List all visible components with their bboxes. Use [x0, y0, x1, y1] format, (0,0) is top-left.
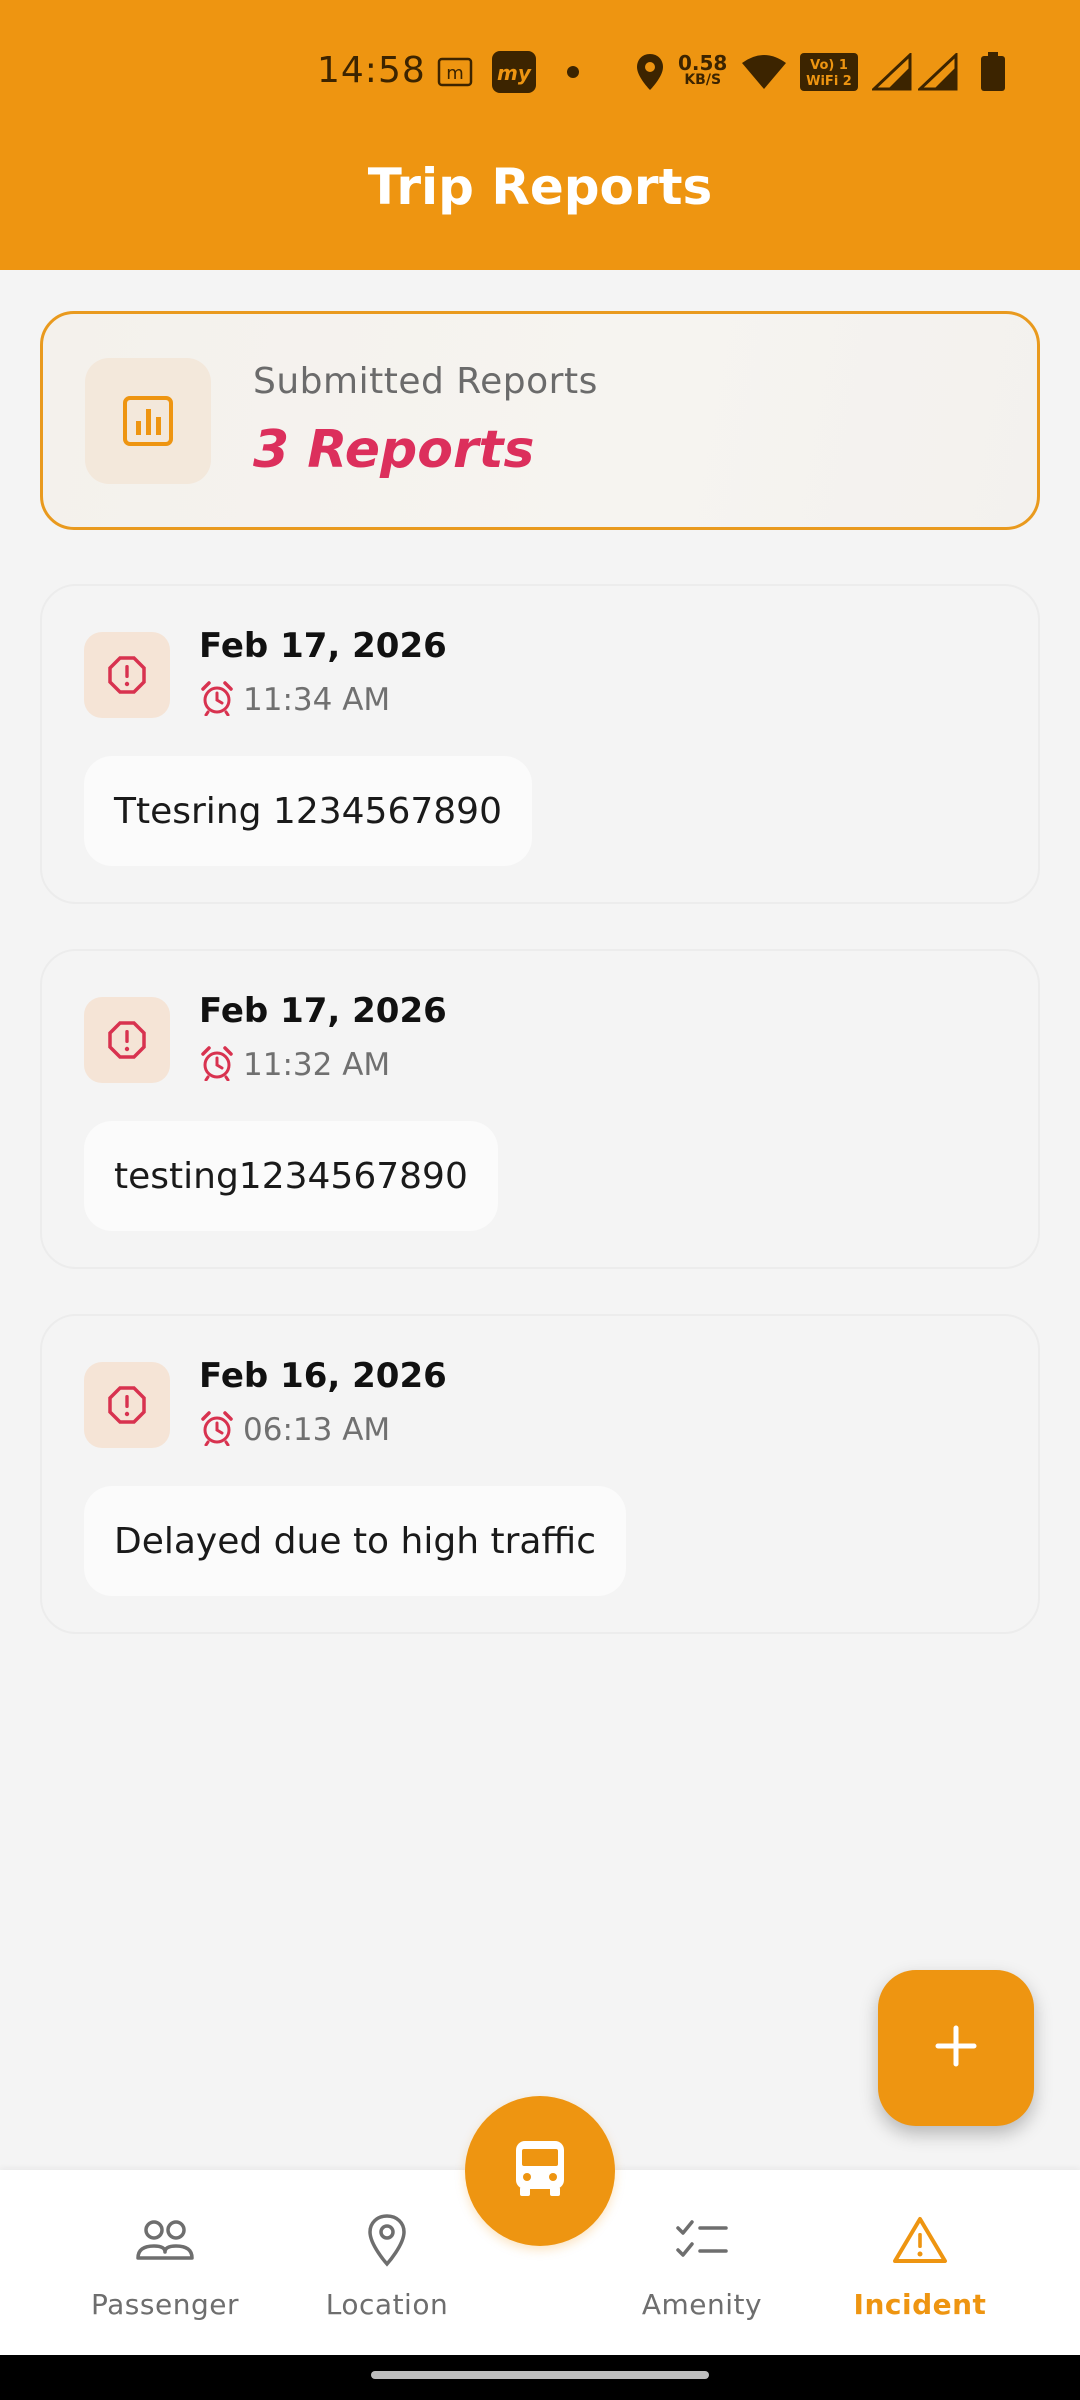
checklist-icon	[675, 2210, 729, 2270]
svg-text:WiFi 2: WiFi 2	[806, 74, 852, 89]
plus-icon	[932, 2022, 980, 2074]
gesture-handle[interactable]	[371, 2371, 709, 2379]
report-card[interactable]: Feb 17, 2026 11:34 AM Ttesring 123456789…	[40, 584, 1040, 904]
report-text: testing1234567890	[84, 1121, 498, 1231]
alarm-clock-icon	[199, 1045, 235, 1085]
report-time-row: 06:13 AM	[199, 1410, 390, 1450]
app-header: 14:58 m my 0.58 KB/S Vo) 1 WiFi 2 Trip R…	[0, 0, 1080, 270]
report-time: 11:32 AM	[243, 1047, 391, 1083]
report-card[interactable]: Feb 16, 2026 06:13 AM Delayed due to hig…	[40, 1314, 1040, 1634]
report-time-row: 11:34 AM	[199, 680, 390, 720]
summary-label: Submitted Reports	[253, 361, 598, 402]
passenger-icon	[135, 2210, 195, 2270]
battery-icon	[980, 52, 1006, 92]
bar-chart-icon	[85, 358, 211, 484]
svg-text:m: m	[446, 63, 464, 84]
report-time: 06:13 AM	[243, 1412, 391, 1448]
report-date: Feb 17, 2026	[199, 991, 447, 1031]
location-pin-icon	[367, 2210, 407, 2270]
trip-home-button[interactable]	[465, 2096, 615, 2246]
volte-wifi-icon: Vo) 1 WiFi 2	[800, 52, 858, 92]
alert-octagon-icon	[84, 997, 170, 1083]
report-text: Ttesring 1234567890	[84, 756, 532, 866]
location-status-icon	[634, 52, 666, 92]
m-app-icon: m	[437, 52, 473, 92]
nav-item-location[interactable]: Location	[297, 2210, 477, 2321]
signal-2-icon	[918, 52, 958, 92]
status-bar: 14:58 m my 0.58 KB/S Vo) 1 WiFi 2	[0, 0, 1080, 145]
nav-item-passenger[interactable]: Passenger	[75, 2210, 255, 2321]
notification-dot-icon	[566, 52, 580, 92]
nav-label-incident: Incident	[853, 2288, 987, 2321]
report-card[interactable]: Feb 17, 2026 11:32 AM testing1234567890	[40, 949, 1040, 1269]
report-time-row: 11:32 AM	[199, 1045, 390, 1085]
summary-count: 3 Reports	[253, 420, 535, 480]
svg-text:Vo) 1: Vo) 1	[810, 58, 848, 73]
net-speed-unit: KB/S	[684, 72, 722, 88]
alarm-clock-icon	[199, 1410, 235, 1450]
nav-label-location: Location	[325, 2288, 449, 2321]
alert-octagon-icon	[84, 632, 170, 718]
report-text: Delayed due to high traffic	[84, 1486, 627, 1596]
net-speed: 0.58 KB/S	[678, 50, 727, 90]
page-title: Trip Reports	[367, 158, 713, 216]
status-time: 14:58	[317, 50, 426, 91]
nav-label-passenger: Passenger	[91, 2288, 239, 2321]
bus-icon	[512, 2139, 568, 2203]
warning-triangle-icon	[892, 2210, 948, 2270]
net-speed-value: 0.58	[678, 51, 728, 75]
svg-text:my: my	[497, 61, 532, 85]
my-app-icon: my	[492, 51, 536, 93]
add-report-button[interactable]	[878, 1970, 1034, 2126]
nav-label-amenity: Amenity	[641, 2288, 763, 2321]
alarm-clock-icon	[199, 680, 235, 720]
nav-item-incident[interactable]: Incident	[830, 2210, 1010, 2321]
report-date: Feb 17, 2026	[199, 626, 447, 666]
report-date: Feb 16, 2026	[199, 1356, 447, 1396]
submitted-reports-card: Submitted Reports 3 Reports	[40, 311, 1040, 530]
wifi-icon	[740, 52, 788, 92]
alert-octagon-icon	[84, 1362, 170, 1448]
nav-item-amenity[interactable]: Amenity	[612, 2210, 792, 2321]
signal-1-icon	[872, 52, 912, 92]
report-time: 11:34 AM	[243, 682, 391, 718]
